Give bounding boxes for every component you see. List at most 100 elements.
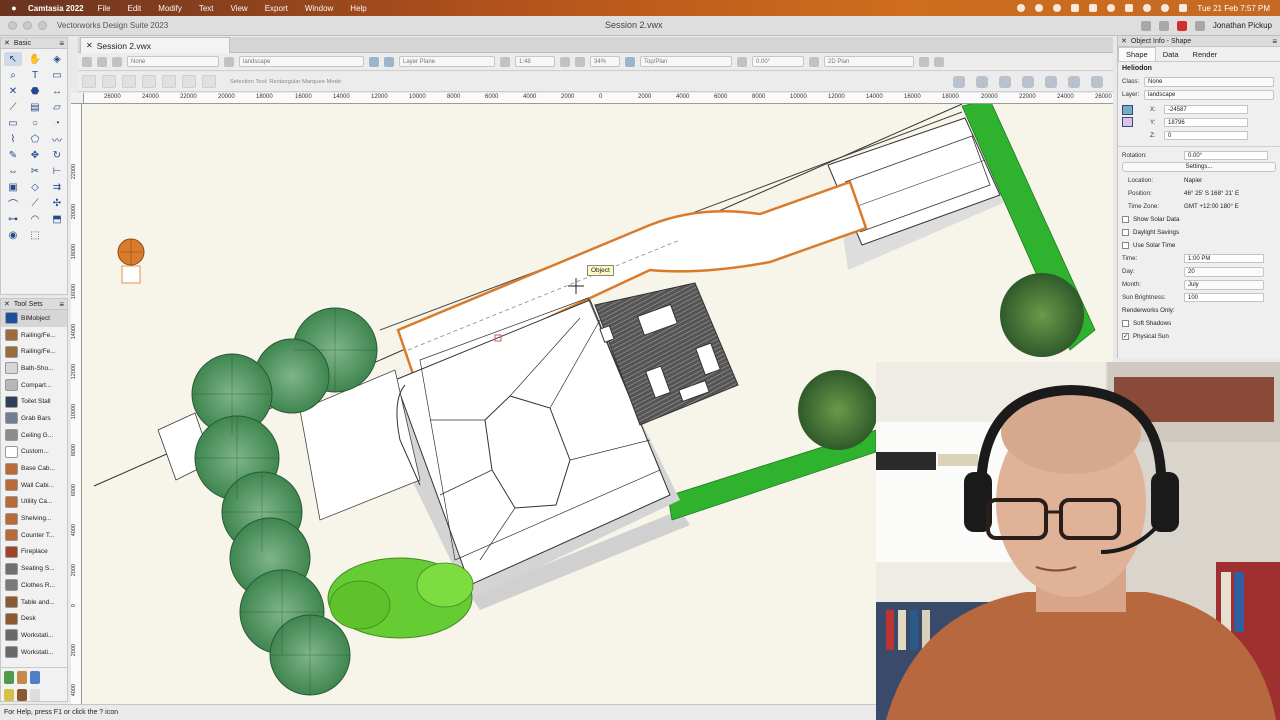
- z-field[interactable]: 0: [1164, 131, 1248, 140]
- snap-intersection-icon[interactable]: [1022, 75, 1034, 88]
- vertical-ruler[interactable]: 22000 20000 18000 16000 14000 12000 10000 8000 6…: [71, 104, 82, 704]
- toolset-item[interactable]: Shelving...: [1, 510, 67, 527]
- smart-points-icon[interactable]: [1091, 75, 1103, 88]
- zoom-window-button[interactable]: [38, 21, 47, 30]
- measure-tool-icon[interactable]: ⊶: [4, 212, 22, 226]
- redo-mode-icon[interactable]: [102, 75, 116, 88]
- status-icon[interactable]: [1071, 4, 1080, 12]
- physical-sun-row[interactable]: ✓ Physical Sun: [1118, 330, 1280, 343]
- day-select[interactable]: 20: [1184, 266, 1264, 277]
- status-icon[interactable]: [1035, 4, 1044, 12]
- camera-tool-icon[interactable]: ◉: [4, 228, 22, 242]
- connect-tool-icon[interactable]: ⊢: [48, 164, 66, 178]
- close-icon[interactable]: ✕: [4, 300, 10, 308]
- user-icon[interactable]: [1194, 20, 1205, 31]
- zoom-field[interactable]: 34%: [590, 56, 620, 67]
- toolset-item[interactable]: BIMobject: [1, 310, 67, 327]
- lasso-mode-icon[interactable]: [162, 75, 176, 88]
- toolset-item[interactable]: Fireplace: [1, 544, 67, 561]
- close-icon[interactable]: ✕: [4, 39, 10, 47]
- ruler-origin[interactable]: [71, 93, 84, 104]
- selection-tool-icon[interactable]: ↖: [4, 52, 22, 66]
- dims-toolset-icon[interactable]: [4, 689, 14, 701]
- toolset-item[interactable]: Base Cab...: [1, 460, 67, 477]
- search-icon[interactable]: [1158, 20, 1169, 31]
- rotation-field[interactable]: 0.00°: [752, 56, 804, 67]
- menu-text[interactable]: Text: [199, 4, 214, 13]
- shrub[interactable]: [1000, 273, 1084, 357]
- anchor-icon[interactable]: [1122, 105, 1133, 115]
- menu-file[interactable]: File: [98, 4, 111, 13]
- mirror-tool-icon[interactable]: ⇔: [4, 164, 22, 178]
- close-icon[interactable]: ✕: [1121, 37, 1127, 45]
- status-icon[interactable]: [1107, 4, 1116, 12]
- render-icon[interactable]: [809, 56, 819, 67]
- plane-mode-icon[interactable]: [384, 56, 394, 67]
- scale-icon[interactable]: [500, 56, 510, 67]
- back-icon[interactable]: [82, 56, 92, 67]
- shrub[interactable]: [798, 370, 878, 450]
- dimension-tool-icon[interactable]: ↔: [48, 84, 66, 98]
- zoom-in-icon[interactable]: [560, 56, 570, 67]
- fillet-tool-icon[interactable]: ⌒: [4, 196, 22, 211]
- horizontal-ruler[interactable]: 26000 24000 22000 20000 18000 16000 14000 12000…: [84, 93, 1113, 104]
- pan-tool-icon[interactable]: ✋: [26, 52, 44, 66]
- options-mode-icon[interactable]: [202, 75, 216, 88]
- palette-menu-icon[interactable]: ≡: [59, 39, 64, 48]
- toolset-item[interactable]: Grab Bars: [1, 410, 67, 427]
- class-icon[interactable]: [112, 56, 122, 67]
- zoom-out-icon[interactable]: [575, 56, 585, 67]
- toolset-item[interactable]: Toilet Stall: [1, 393, 67, 410]
- snap-tangent-icon[interactable]: [1068, 75, 1080, 88]
- month-select[interactable]: July: [1184, 279, 1264, 290]
- reshape-tool-icon[interactable]: ◇: [26, 180, 44, 194]
- visibility-icon[interactable]: [919, 56, 929, 67]
- rectangular-marquee-mode-icon[interactable]: [122, 75, 136, 88]
- circle-tool-icon[interactable]: ○: [26, 116, 44, 130]
- split-tool-icon[interactable]: ✂: [26, 164, 44, 178]
- locus-tool-icon[interactable]: ✕: [4, 84, 22, 98]
- status-icon[interactable]: [1017, 4, 1026, 12]
- arc-tool-icon[interactable]: ◔: [48, 116, 66, 130]
- landscape-toolset-icon[interactable]: [4, 671, 14, 684]
- rotate-plan-icon[interactable]: [737, 56, 747, 67]
- building-toolset-icon[interactable]: [17, 689, 27, 701]
- time-field[interactable]: 1:00 PM: [1184, 254, 1264, 263]
- soft-shadows-checkbox[interactable]: [1122, 320, 1129, 327]
- toolset-item[interactable]: Table and...: [1, 594, 67, 611]
- menu-help[interactable]: Help: [350, 4, 366, 13]
- slab-tool-icon[interactable]: ▱: [48, 100, 66, 114]
- settings-button[interactable]: Settings...: [1122, 162, 1276, 172]
- chamfer-tool-icon[interactable]: ⟋: [26, 196, 44, 210]
- toolset-item[interactable]: Desk: [1, 610, 67, 627]
- polygonal-marquee-mode-icon[interactable]: [142, 75, 156, 88]
- eyedropper-tool-icon[interactable]: ✎: [4, 148, 22, 162]
- x-field[interactable]: -24587: [1164, 105, 1248, 114]
- rotation-field[interactable]: 0.00°: [1184, 151, 1268, 160]
- visualization-toolset-icon[interactable]: [30, 689, 40, 701]
- snap-distance-icon[interactable]: [1045, 75, 1057, 88]
- toolset-item[interactable]: Utility Ca...: [1, 494, 67, 511]
- zoom-tool-icon[interactable]: ⌕: [4, 68, 22, 82]
- site-toolset-icon[interactable]: [30, 671, 40, 684]
- callout-tool-icon[interactable]: ▭: [48, 68, 66, 82]
- attribute-mapping-tool-icon[interactable]: ✥: [26, 148, 44, 162]
- status-icon[interactable]: [1089, 4, 1098, 12]
- polyline-tool-icon[interactable]: ⌇: [4, 132, 22, 146]
- show-solar-row[interactable]: Show Solar Data: [1118, 213, 1280, 226]
- menu-window[interactable]: Window: [305, 4, 333, 13]
- layer-select[interactable]: landscape: [1144, 89, 1274, 100]
- freehand-tool-icon[interactable]: 〰: [48, 132, 66, 147]
- furniture-toolset-icon[interactable]: [17, 671, 27, 684]
- daylight-row[interactable]: Daylight Savings: [1118, 226, 1280, 239]
- physical-sun-checkbox[interactable]: ✓: [1122, 333, 1129, 340]
- position-widget[interactable]: [1122, 103, 1146, 142]
- palette-menu-icon[interactable]: ≡: [1272, 37, 1277, 46]
- toolset-item[interactable]: Counter T...: [1, 527, 67, 544]
- snap-grid-icon[interactable]: [953, 75, 965, 88]
- text-tool-icon[interactable]: T: [26, 68, 44, 82]
- rectangle-tool-icon[interactable]: ▭: [4, 116, 22, 130]
- toolset-item[interactable]: Ceiling G...: [1, 427, 67, 444]
- toolset-item[interactable]: Bath-Sho...: [1, 360, 67, 377]
- home-icon[interactable]: [1140, 20, 1151, 31]
